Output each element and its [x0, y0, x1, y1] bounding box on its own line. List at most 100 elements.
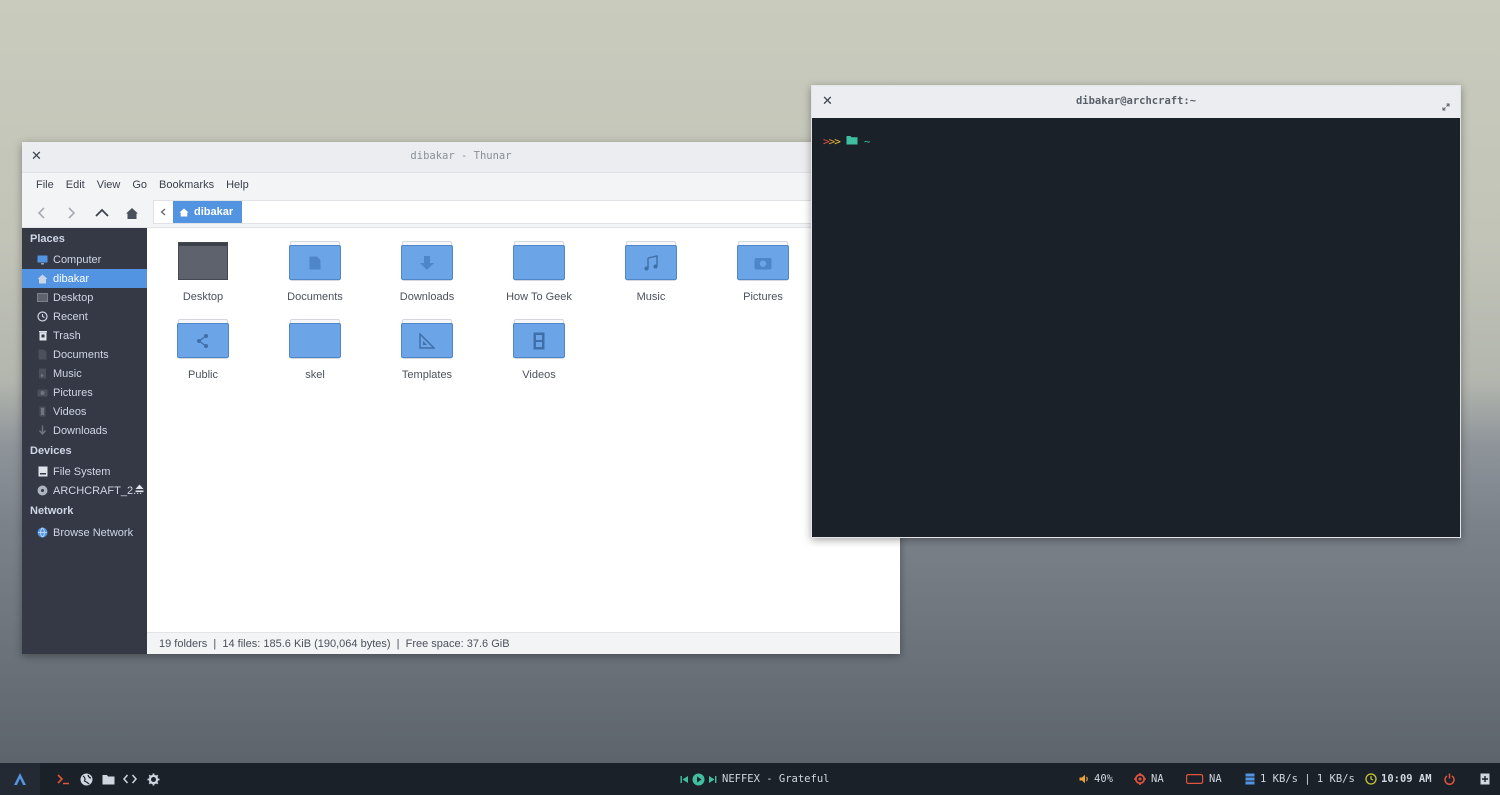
volume-icon[interactable]	[1077, 772, 1091, 786]
home-icon	[179, 208, 189, 216]
sidebar-item-videos[interactable]: Videos	[22, 402, 147, 421]
sidebar-item-pictures[interactable]: Pictures	[22, 383, 147, 402]
disc-icon	[37, 485, 48, 496]
document-icon	[37, 349, 48, 360]
power-icon[interactable]	[1442, 772, 1456, 786]
chevron-left-icon	[160, 208, 166, 216]
folder-item-videos[interactable]: Videos	[489, 317, 589, 381]
terminal-titlebar[interactable]: ✕ dibakar@archcraft:~	[812, 86, 1460, 118]
back-button[interactable]	[32, 203, 52, 223]
file-manager-window[interactable]: ✕ dibakar - Thunar File Edit View Go Boo…	[22, 142, 900, 654]
videos-folder-icon	[513, 317, 565, 361]
chevron-left-icon	[37, 207, 45, 219]
sidebar-item-music[interactable]: Music	[22, 364, 147, 383]
menu-file[interactable]: File	[30, 179, 60, 191]
terminal-launcher-icon[interactable]	[56, 772, 70, 786]
eject-icon[interactable]	[135, 484, 144, 496]
previous-track-icon[interactable]	[677, 772, 691, 786]
folder-label: Videos	[522, 369, 556, 381]
sidebar-item-label: Computer	[53, 253, 102, 266]
folder-label: Public	[188, 369, 218, 381]
prompt-path: ~	[863, 135, 871, 148]
folder-item-how-to-geek[interactable]: How To Geek	[489, 239, 589, 303]
breadcrumb-label: dibakar	[194, 206, 234, 218]
window-title: dibakar - Thunar	[410, 150, 512, 162]
now-playing-text: NEFFEX - Grateful	[722, 773, 830, 785]
sidebar-item-downloads[interactable]: Downloads	[22, 421, 147, 440]
folder-label: Documents	[287, 291, 343, 303]
battery-value: NA	[1209, 773, 1222, 785]
sidebar-item-recent[interactable]: Recent	[22, 307, 147, 326]
folder-item-desktop[interactable]: Desktop	[153, 239, 253, 303]
folder-item-skel[interactable]: skel	[265, 317, 365, 381]
desktop-icon	[37, 292, 48, 303]
breadcrumb-home[interactable]: dibakar	[173, 201, 243, 223]
sidebar-item-label: Music	[53, 367, 82, 380]
desktop-folder-icon	[177, 239, 229, 283]
file-view[interactable]: Desktop Documents Downloads How To Geek …	[147, 228, 900, 632]
folder-item-public[interactable]: Public	[153, 317, 253, 381]
path-scroll-left-button[interactable]	[154, 201, 172, 223]
add-workspace-icon[interactable]	[1478, 772, 1492, 786]
taskbar: NEFFEX - Grateful 40% NA NA 1 KB/s | 1 K…	[0, 763, 1500, 795]
sidebar-item-trash[interactable]: Trash	[22, 326, 147, 345]
pictures-folder-icon	[737, 239, 789, 283]
sidebar: Places Computer dibakar Desktop Recent T…	[22, 228, 147, 654]
app-launcher-button[interactable]	[0, 763, 40, 795]
sidebar-item-label: Downloads	[53, 424, 108, 437]
next-track-icon[interactable]	[705, 772, 719, 786]
play-pause-icon[interactable]	[691, 772, 705, 786]
network-speed: 1 KB/s | 1 KB/s	[1260, 773, 1355, 785]
terminal-output[interactable]: >>> ~	[812, 118, 1460, 537]
desktop-background: ✕ dibakar - Thunar File Edit View Go Boo…	[0, 0, 1500, 795]
home-button[interactable]	[122, 203, 142, 223]
web-browser-icon[interactable]	[79, 772, 93, 786]
folder-label: Templates	[401, 369, 453, 381]
folder-label: How To Geek	[506, 291, 572, 303]
sidebar-item-label: File System	[53, 465, 111, 478]
sidebar-item-computer[interactable]: Computer	[22, 250, 147, 269]
terminal-window[interactable]: ✕ dibakar@archcraft:~ >>> ~	[811, 85, 1461, 538]
sidebar-item-documents[interactable]: Documents	[22, 345, 147, 364]
file-manager-icon[interactable]	[101, 772, 115, 786]
sidebar-heading-devices: Devices	[30, 445, 72, 457]
menu-bookmarks[interactable]: Bookmarks	[153, 179, 220, 191]
chevron-right-icon	[68, 207, 76, 219]
folder-item-templates[interactable]: Templates	[377, 317, 477, 381]
folder-item-music[interactable]: Music	[601, 239, 701, 303]
sidebar-item-file-system[interactable]: File System	[22, 462, 147, 481]
cpu-icon	[1133, 772, 1147, 786]
window-titlebar[interactable]: ✕ dibakar - Thunar	[22, 142, 900, 173]
sidebar-item-label: ARCHCRAFT_2...	[53, 484, 143, 497]
up-button[interactable]	[92, 203, 112, 223]
download-icon	[37, 425, 48, 436]
folder-label: skel	[305, 369, 325, 381]
folder-item-pictures[interactable]: Pictures	[713, 239, 813, 303]
volume-level: 40%	[1094, 773, 1113, 785]
maximize-icon[interactable]	[1442, 96, 1450, 115]
clock-time: 10:09 AM	[1381, 773, 1432, 785]
drive-icon	[37, 466, 48, 477]
forward-button[interactable]	[61, 203, 81, 223]
folder-item-downloads[interactable]: Downloads	[377, 239, 477, 303]
folder-item-documents[interactable]: Documents	[265, 239, 365, 303]
sidebar-item-label: Trash	[53, 329, 81, 342]
archcraft-logo-icon	[14, 773, 26, 785]
sidebar-item-dibakar[interactable]: dibakar	[22, 269, 147, 288]
menu-go[interactable]: Go	[126, 179, 153, 191]
sidebar-item-browse-network[interactable]: Browse Network	[22, 523, 147, 542]
sidebar-item-archcraft-disc[interactable]: ARCHCRAFT_2...	[22, 481, 147, 500]
folder-label: Pictures	[743, 291, 783, 303]
code-editor-icon[interactable]	[123, 772, 137, 786]
documents-folder-icon	[289, 239, 341, 283]
trash-icon	[37, 330, 48, 341]
settings-gear-icon[interactable]	[146, 772, 160, 786]
menu-edit[interactable]: Edit	[60, 179, 91, 191]
sidebar-item-desktop[interactable]: Desktop	[22, 288, 147, 307]
folder-icon	[513, 239, 565, 283]
menu-help[interactable]: Help	[220, 179, 255, 191]
menu-view[interactable]: View	[91, 179, 127, 191]
folder-icon	[846, 135, 858, 148]
sidebar-item-label: Pictures	[53, 386, 93, 399]
network-icon	[1243, 772, 1257, 786]
